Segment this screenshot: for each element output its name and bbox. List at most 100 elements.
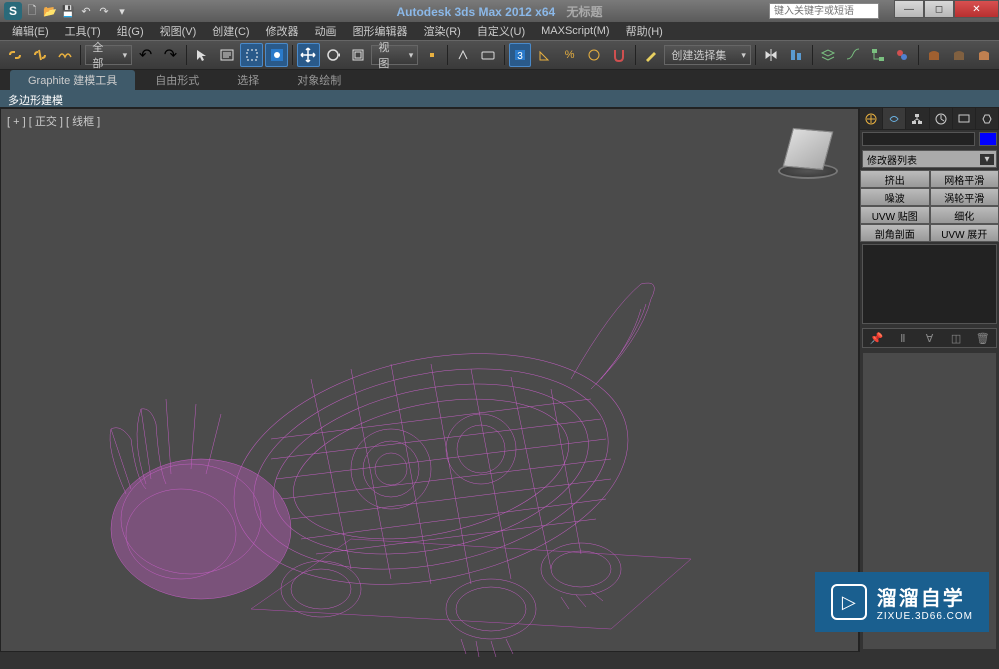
hierarchy-tab-icon[interactable] bbox=[906, 108, 929, 129]
redo-icon[interactable]: ↷ bbox=[159, 43, 182, 67]
watermark: ▷ 溜溜自学 ZIXUE.3D66.COM bbox=[815, 572, 989, 632]
modifier-btn-uvwunwrap[interactable]: UVW 展开 bbox=[930, 224, 999, 242]
menu-render[interactable]: 渲染(R) bbox=[416, 23, 469, 39]
menu-customize[interactable]: 自定义(U) bbox=[469, 23, 533, 39]
viewcube[interactable] bbox=[778, 129, 838, 189]
schematic-icon[interactable] bbox=[866, 43, 889, 67]
modifier-btn-noise[interactable]: 噪波 bbox=[860, 188, 930, 206]
modifier-stack[interactable] bbox=[862, 244, 997, 324]
object-color-swatch[interactable] bbox=[979, 132, 997, 146]
menu-tools[interactable]: 工具(T) bbox=[57, 23, 109, 39]
svg-text:3: 3 bbox=[517, 51, 523, 62]
close-button[interactable]: ✕ bbox=[954, 0, 999, 18]
link-icon[interactable] bbox=[4, 43, 27, 67]
menu-group[interactable]: 组(G) bbox=[109, 23, 152, 39]
display-tab-icon[interactable] bbox=[953, 108, 976, 129]
menu-edit[interactable]: 编辑(E) bbox=[4, 23, 57, 39]
render-icon[interactable] bbox=[972, 43, 995, 67]
remove-modifier-icon[interactable]: ◫ bbox=[948, 330, 964, 346]
rotate-icon[interactable] bbox=[322, 43, 345, 67]
spinner-snap-icon[interactable] bbox=[583, 43, 606, 67]
menu-modifiers[interactable]: 修改器 bbox=[258, 23, 307, 39]
modifier-list-dropdown[interactable]: 修改器列表 bbox=[862, 150, 997, 168]
magnet-icon[interactable] bbox=[608, 43, 631, 67]
render-setup-icon[interactable] bbox=[923, 43, 946, 67]
help-search-input[interactable] bbox=[769, 3, 879, 19]
keyboard-shortcut-icon[interactable] bbox=[477, 43, 500, 67]
move-icon[interactable] bbox=[297, 43, 320, 67]
ribbon-tab-graphite[interactable]: Graphite 建模工具 bbox=[10, 70, 135, 90]
modifier-btn-turbosmooth[interactable]: 涡轮平滑 bbox=[930, 188, 999, 206]
watermark-title: 溜溜自学 bbox=[877, 582, 973, 611]
viewport[interactable]: [ + ] [ 正交 ] [ 线框 ] bbox=[0, 108, 859, 652]
selection-filter-dropdown[interactable]: 全部 bbox=[85, 45, 132, 65]
render-frame-icon[interactable] bbox=[948, 43, 971, 67]
qat-redo-icon[interactable]: ↷ bbox=[96, 3, 112, 19]
manipulate-icon[interactable] bbox=[452, 43, 475, 67]
bind-icon[interactable] bbox=[54, 43, 77, 67]
object-name-field[interactable] bbox=[862, 132, 975, 146]
ribbon-panel-title[interactable]: 多边形建模 bbox=[0, 90, 999, 108]
stack-toolbar: 📌 Ⅱ ∀ ◫ 🗑 bbox=[862, 328, 997, 348]
modifier-btn-extrude[interactable]: 挤出 bbox=[860, 170, 930, 188]
modifier-btn-meshsmooth[interactable]: 网格平滑 bbox=[930, 170, 999, 188]
snap-icon[interactable]: 3 bbox=[509, 43, 532, 67]
menu-animation[interactable]: 动画 bbox=[307, 23, 345, 39]
modifier-btn-bevel[interactable]: 剖角剖面 bbox=[860, 224, 930, 242]
angle-snap-icon[interactable] bbox=[533, 43, 556, 67]
watermark-subtitle: ZIXUE.3D66.COM bbox=[877, 611, 973, 622]
align-icon[interactable] bbox=[785, 43, 808, 67]
document-name: 无标题 bbox=[567, 5, 603, 19]
qat-new-icon[interactable]: 🗋 bbox=[24, 3, 40, 19]
unlink-icon[interactable] bbox=[29, 43, 52, 67]
command-panel: 修改器列表 挤出 网格平滑 噪波 涡轮平滑 UVW 贴图 细化 剖角剖面 UVW… bbox=[859, 108, 999, 652]
menu-view[interactable]: 视图(V) bbox=[152, 23, 205, 39]
make-unique-icon[interactable]: ∀ bbox=[921, 330, 937, 346]
mirror-icon[interactable] bbox=[760, 43, 783, 67]
modifier-btn-tessellate[interactable]: 细化 bbox=[930, 206, 999, 224]
utilities-tab-icon[interactable] bbox=[976, 108, 999, 129]
ribbon-tab-selection[interactable]: 选择 bbox=[219, 70, 277, 90]
titlebar: S 🗋 📂 💾 ↶ ↷ ▾ Autodesk 3ds Max 2012 x64 … bbox=[0, 0, 999, 22]
select-icon[interactable] bbox=[191, 43, 214, 67]
pin-stack-icon[interactable]: 📌 bbox=[868, 330, 884, 346]
menu-help[interactable]: 帮助(H) bbox=[618, 23, 671, 39]
modifier-btn-uvwmap[interactable]: UVW 贴图 bbox=[860, 206, 930, 224]
qat-undo-icon[interactable]: ↶ bbox=[78, 3, 94, 19]
scale-icon[interactable] bbox=[347, 43, 370, 67]
minimize-button[interactable]: — bbox=[894, 0, 924, 18]
select-region-icon[interactable] bbox=[240, 43, 263, 67]
qat-open-icon[interactable]: 📂 bbox=[42, 3, 58, 19]
menu-create[interactable]: 创建(C) bbox=[204, 23, 257, 39]
window-crossing-icon[interactable] bbox=[265, 43, 288, 67]
maximize-button[interactable]: ◻ bbox=[924, 0, 954, 18]
undo-icon[interactable]: ↶ bbox=[134, 43, 157, 67]
qat-save-icon[interactable]: 💾 bbox=[60, 3, 76, 19]
create-tab-icon[interactable] bbox=[860, 108, 883, 129]
ref-coord-dropdown[interactable]: 视图 bbox=[371, 45, 418, 65]
named-selection-dropdown[interactable]: 创建选择集 bbox=[664, 45, 751, 65]
ribbon-tabs: Graphite 建模工具 自由形式 选择 对象绘制 bbox=[0, 70, 999, 90]
percent-snap-icon[interactable]: % bbox=[558, 43, 581, 67]
viewport-label[interactable]: [ + ] [ 正交 ] [ 线框 ] bbox=[7, 113, 100, 129]
curve-editor-icon[interactable] bbox=[841, 43, 864, 67]
app-icon[interactable]: S bbox=[4, 2, 22, 20]
wireframe-mesh bbox=[51, 189, 751, 669]
menu-grapheditors[interactable]: 图形编辑器 bbox=[345, 23, 416, 39]
ribbon-tab-freeform[interactable]: 自由形式 bbox=[137, 70, 217, 90]
watermark-play-icon: ▷ bbox=[831, 584, 867, 620]
material-editor-icon[interactable] bbox=[891, 43, 914, 67]
motion-tab-icon[interactable] bbox=[930, 108, 953, 129]
modify-tab-icon[interactable] bbox=[883, 108, 906, 129]
configure-sets-icon[interactable]: 🗑 bbox=[975, 330, 991, 346]
qat-more-icon[interactable]: ▾ bbox=[114, 3, 130, 19]
select-name-icon[interactable] bbox=[216, 43, 239, 67]
menu-maxscript[interactable]: MAXScript(M) bbox=[533, 25, 617, 37]
menubar: 编辑(E) 工具(T) 组(G) 视图(V) 创建(C) 修改器 动画 图形编辑… bbox=[0, 22, 999, 40]
show-end-result-icon[interactable]: Ⅱ bbox=[895, 330, 911, 346]
ribbon-tab-objectpaint[interactable]: 对象绘制 bbox=[279, 70, 359, 90]
edit-selection-icon[interactable] bbox=[640, 43, 663, 67]
main-toolbar: 全部 ↶ ↷ 视图 3 % 创建选择集 bbox=[0, 40, 999, 70]
layers-icon[interactable] bbox=[816, 43, 839, 67]
pivot-icon[interactable] bbox=[420, 43, 443, 67]
